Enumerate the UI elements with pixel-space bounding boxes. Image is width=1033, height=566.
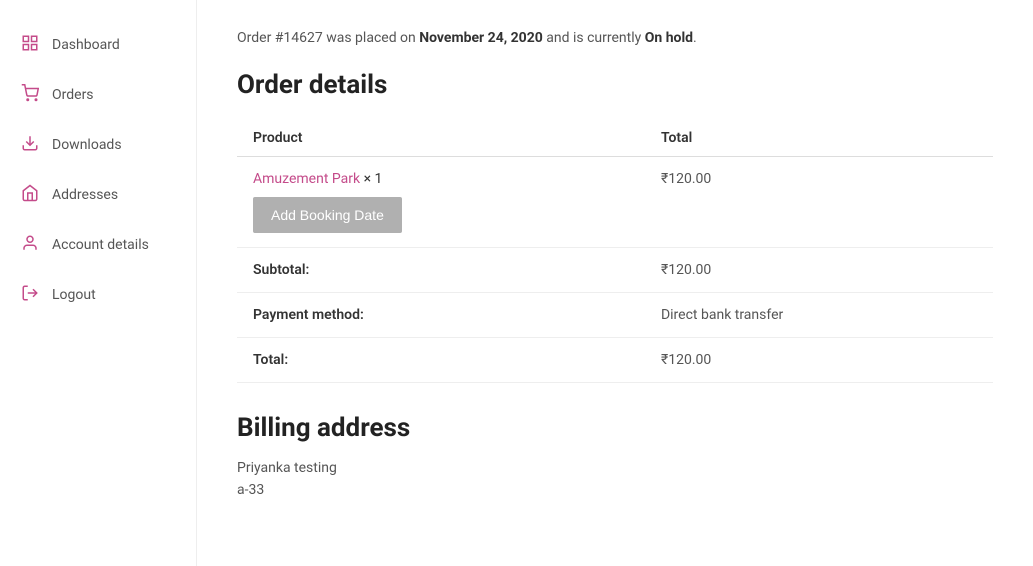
subtotal-label: Subtotal: xyxy=(237,248,645,293)
notice-prefix: Order # xyxy=(237,30,283,46)
product-link[interactable]: Amuzement Park xyxy=(253,171,360,187)
sidebar-label-downloads: Downloads xyxy=(52,137,122,153)
sidebar-label-addresses: Addresses xyxy=(52,187,118,203)
notice-mid2: and is currently xyxy=(543,30,645,46)
orders-icon xyxy=(20,84,40,106)
product-cell: Amuzement Park × 1 Add Booking Date xyxy=(237,157,645,248)
col-header-total: Total xyxy=(645,120,993,157)
order-status: On hold xyxy=(645,30,693,46)
product-qty: × 1 xyxy=(364,171,383,187)
sidebar-item-dashboard[interactable]: Dashboard xyxy=(0,20,196,70)
downloads-icon xyxy=(20,134,40,156)
order-number: 14627 xyxy=(283,30,322,46)
notice-mid1: was placed on xyxy=(323,30,420,46)
product-row: Amuzement Park × 1 Add Booking Date ₹120… xyxy=(237,157,993,248)
sidebar-item-logout[interactable]: Logout xyxy=(0,270,196,320)
payment-method-row: Payment method: Direct bank transfer xyxy=(237,293,993,338)
logout-icon xyxy=(20,284,40,306)
billing-heading: Billing address xyxy=(237,413,993,443)
notice-suffix: . xyxy=(693,30,697,46)
total-row: Total: ₹120.00 xyxy=(237,338,993,383)
sidebar-label-orders: Orders xyxy=(52,87,94,103)
sidebar-item-addresses[interactable]: Addresses xyxy=(0,170,196,220)
subtotal-row: Subtotal: ₹120.00 xyxy=(237,248,993,293)
total-value: ₹120.00 xyxy=(645,338,993,383)
add-booking-button[interactable]: Add Booking Date xyxy=(253,197,402,233)
sidebar: Dashboard Orders Downloads Addresses Acc… xyxy=(0,0,197,566)
order-details-heading: Order details xyxy=(237,70,993,100)
order-table: Product Total Amuzement Park × 1 Add Boo… xyxy=(237,120,993,383)
sidebar-label-account: Account details xyxy=(52,237,149,253)
total-label: Total: xyxy=(237,338,645,383)
billing-section: Billing address Priyanka testing a-33 xyxy=(237,413,993,502)
payment-method-value: Direct bank transfer xyxy=(645,293,993,338)
payment-method-label: Payment method: xyxy=(237,293,645,338)
col-header-product: Product xyxy=(237,120,645,157)
sidebar-item-account-details[interactable]: Account details xyxy=(0,220,196,270)
dashboard-icon xyxy=(20,34,40,56)
order-date: November 24, 2020 xyxy=(419,30,543,46)
sidebar-item-orders[interactable]: Orders xyxy=(0,70,196,120)
order-notice: Order #14627 was placed on November 24, … xyxy=(237,30,993,46)
billing-address: a-33 xyxy=(237,479,993,501)
account-icon xyxy=(20,234,40,256)
subtotal-value: ₹120.00 xyxy=(645,248,993,293)
main-content: Order #14627 was placed on November 24, … xyxy=(197,0,1033,566)
addresses-icon xyxy=(20,184,40,206)
sidebar-item-downloads[interactable]: Downloads xyxy=(0,120,196,170)
sidebar-label-logout: Logout xyxy=(52,287,96,303)
sidebar-label-dashboard: Dashboard xyxy=(52,37,120,53)
billing-name: Priyanka testing xyxy=(237,457,993,479)
product-total: ₹120.00 xyxy=(645,157,993,248)
